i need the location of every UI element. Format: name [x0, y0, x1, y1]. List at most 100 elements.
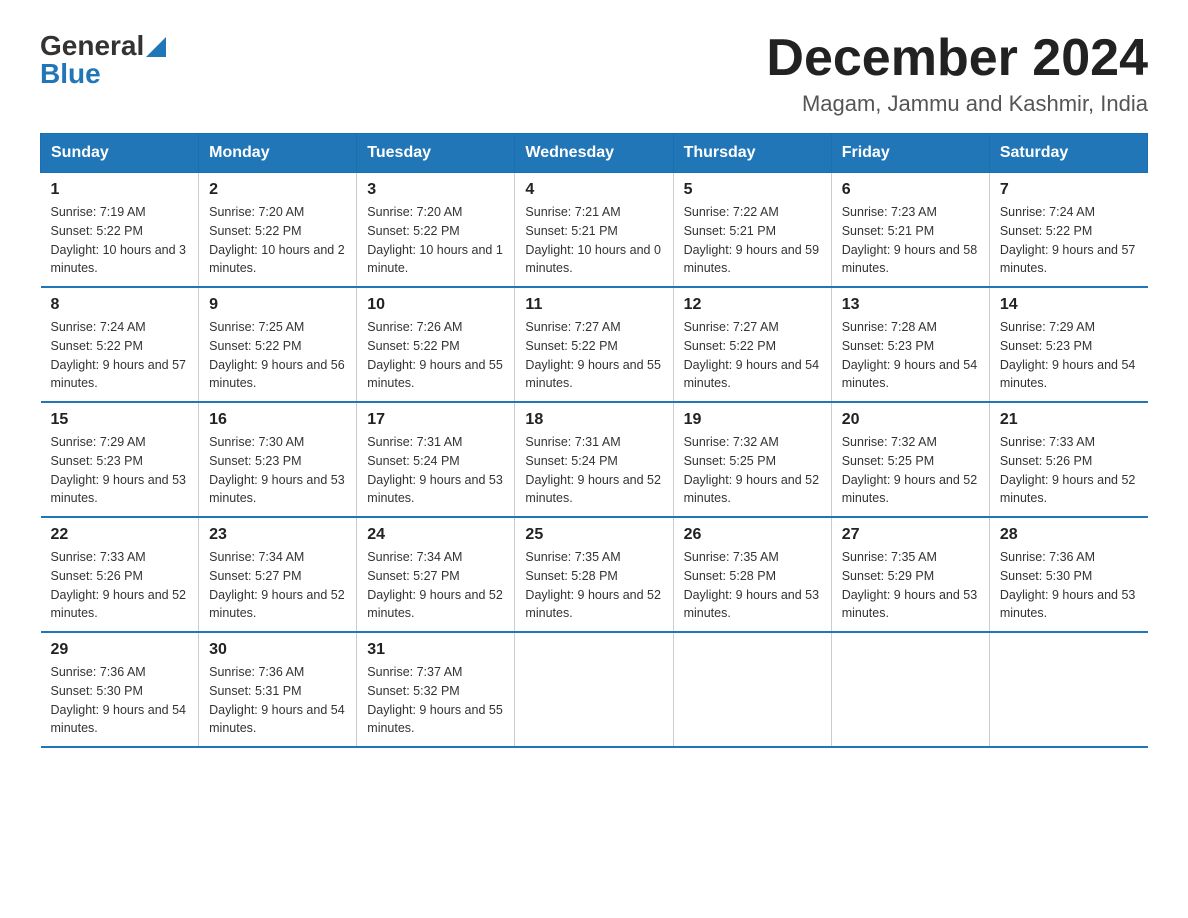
day-info: Sunrise: 7:36 AMSunset: 5:30 PMDaylight:…: [1000, 550, 1136, 620]
empty-cell-4-4: [673, 632, 831, 747]
day-number: 7: [1000, 181, 1138, 199]
day-number: 16: [209, 411, 346, 429]
day-number: 8: [51, 296, 189, 314]
day-number: 12: [684, 296, 821, 314]
day-info: Sunrise: 7:34 AMSunset: 5:27 PMDaylight:…: [209, 550, 345, 620]
day-info: Sunrise: 7:29 AMSunset: 5:23 PMDaylight:…: [1000, 320, 1136, 390]
day-info: Sunrise: 7:29 AMSunset: 5:23 PMDaylight:…: [51, 435, 187, 505]
title-section: December 2024 Magam, Jammu and Kashmir, …: [766, 30, 1148, 117]
day-cell-9: 9 Sunrise: 7:25 AMSunset: 5:22 PMDayligh…: [199, 287, 357, 402]
day-number: 13: [842, 296, 979, 314]
day-number: 23: [209, 526, 346, 544]
day-number: 26: [684, 526, 821, 544]
week-row-2: 8 Sunrise: 7:24 AMSunset: 5:22 PMDayligh…: [41, 287, 1148, 402]
day-info: Sunrise: 7:26 AMSunset: 5:22 PMDaylight:…: [367, 320, 503, 390]
day-number: 31: [367, 641, 504, 659]
day-number: 29: [51, 641, 189, 659]
day-number: 18: [525, 411, 662, 429]
day-cell-5: 5 Sunrise: 7:22 AMSunset: 5:21 PMDayligh…: [673, 173, 831, 288]
day-cell-16: 16 Sunrise: 7:30 AMSunset: 5:23 PMDaylig…: [199, 402, 357, 517]
header-friday: Friday: [831, 134, 989, 173]
day-number: 30: [209, 641, 346, 659]
week-row-5: 29 Sunrise: 7:36 AMSunset: 5:30 PMDaylig…: [41, 632, 1148, 747]
header-tuesday: Tuesday: [357, 134, 515, 173]
day-cell-19: 19 Sunrise: 7:32 AMSunset: 5:25 PMDaylig…: [673, 402, 831, 517]
day-cell-26: 26 Sunrise: 7:35 AMSunset: 5:28 PMDaylig…: [673, 517, 831, 632]
day-cell-17: 17 Sunrise: 7:31 AMSunset: 5:24 PMDaylig…: [357, 402, 515, 517]
day-cell-18: 18 Sunrise: 7:31 AMSunset: 5:24 PMDaylig…: [515, 402, 673, 517]
day-number: 21: [1000, 411, 1138, 429]
day-info: Sunrise: 7:20 AMSunset: 5:22 PMDaylight:…: [367, 205, 503, 275]
day-cell-25: 25 Sunrise: 7:35 AMSunset: 5:28 PMDaylig…: [515, 517, 673, 632]
day-cell-6: 6 Sunrise: 7:23 AMSunset: 5:21 PMDayligh…: [831, 173, 989, 288]
location-title: Magam, Jammu and Kashmir, India: [766, 91, 1148, 117]
day-cell-22: 22 Sunrise: 7:33 AMSunset: 5:26 PMDaylig…: [41, 517, 199, 632]
day-info: Sunrise: 7:20 AMSunset: 5:22 PMDaylight:…: [209, 205, 345, 275]
day-cell-30: 30 Sunrise: 7:36 AMSunset: 5:31 PMDaylig…: [199, 632, 357, 747]
logo: General Blue: [40, 30, 166, 90]
day-number: 17: [367, 411, 504, 429]
day-number: 2: [209, 181, 346, 199]
day-number: 9: [209, 296, 346, 314]
day-info: Sunrise: 7:27 AMSunset: 5:22 PMDaylight:…: [684, 320, 820, 390]
weekday-header-row: SundayMondayTuesdayWednesdayThursdayFrid…: [41, 134, 1148, 173]
day-cell-13: 13 Sunrise: 7:28 AMSunset: 5:23 PMDaylig…: [831, 287, 989, 402]
day-info: Sunrise: 7:22 AMSunset: 5:21 PMDaylight:…: [684, 205, 820, 275]
calendar-table: SundayMondayTuesdayWednesdayThursdayFrid…: [40, 133, 1148, 748]
day-info: Sunrise: 7:33 AMSunset: 5:26 PMDaylight:…: [51, 550, 187, 620]
day-number: 22: [51, 526, 189, 544]
day-info: Sunrise: 7:37 AMSunset: 5:32 PMDaylight:…: [367, 665, 503, 735]
day-cell-15: 15 Sunrise: 7:29 AMSunset: 5:23 PMDaylig…: [41, 402, 199, 517]
day-number: 20: [842, 411, 979, 429]
week-row-1: 1 Sunrise: 7:19 AMSunset: 5:22 PMDayligh…: [41, 173, 1148, 288]
day-cell-4: 4 Sunrise: 7:21 AMSunset: 5:21 PMDayligh…: [515, 173, 673, 288]
day-number: 27: [842, 526, 979, 544]
day-info: Sunrise: 7:32 AMSunset: 5:25 PMDaylight:…: [842, 435, 978, 505]
day-cell-23: 23 Sunrise: 7:34 AMSunset: 5:27 PMDaylig…: [199, 517, 357, 632]
day-info: Sunrise: 7:36 AMSunset: 5:31 PMDaylight:…: [209, 665, 345, 735]
day-info: Sunrise: 7:35 AMSunset: 5:29 PMDaylight:…: [842, 550, 978, 620]
day-number: 1: [51, 181, 189, 199]
day-cell-10: 10 Sunrise: 7:26 AMSunset: 5:22 PMDaylig…: [357, 287, 515, 402]
day-info: Sunrise: 7:19 AMSunset: 5:22 PMDaylight:…: [51, 205, 187, 275]
day-info: Sunrise: 7:24 AMSunset: 5:22 PMDaylight:…: [1000, 205, 1136, 275]
header-wednesday: Wednesday: [515, 134, 673, 173]
day-cell-28: 28 Sunrise: 7:36 AMSunset: 5:30 PMDaylig…: [989, 517, 1147, 632]
day-number: 19: [684, 411, 821, 429]
day-number: 25: [525, 526, 662, 544]
day-info: Sunrise: 7:35 AMSunset: 5:28 PMDaylight:…: [684, 550, 820, 620]
day-info: Sunrise: 7:24 AMSunset: 5:22 PMDaylight:…: [51, 320, 187, 390]
day-cell-21: 21 Sunrise: 7:33 AMSunset: 5:26 PMDaylig…: [989, 402, 1147, 517]
day-info: Sunrise: 7:33 AMSunset: 5:26 PMDaylight:…: [1000, 435, 1136, 505]
day-info: Sunrise: 7:21 AMSunset: 5:21 PMDaylight:…: [525, 205, 661, 275]
day-cell-12: 12 Sunrise: 7:27 AMSunset: 5:22 PMDaylig…: [673, 287, 831, 402]
day-info: Sunrise: 7:36 AMSunset: 5:30 PMDaylight:…: [51, 665, 187, 735]
header-monday: Monday: [199, 134, 357, 173]
week-row-3: 15 Sunrise: 7:29 AMSunset: 5:23 PMDaylig…: [41, 402, 1148, 517]
day-number: 5: [684, 181, 821, 199]
day-cell-14: 14 Sunrise: 7:29 AMSunset: 5:23 PMDaylig…: [989, 287, 1147, 402]
page-header: General Blue December 2024 Magam, Jammu …: [40, 30, 1148, 117]
empty-cell-4-6: [989, 632, 1147, 747]
day-number: 3: [367, 181, 504, 199]
day-number: 24: [367, 526, 504, 544]
day-cell-1: 1 Sunrise: 7:19 AMSunset: 5:22 PMDayligh…: [41, 173, 199, 288]
empty-cell-4-3: [515, 632, 673, 747]
day-cell-20: 20 Sunrise: 7:32 AMSunset: 5:25 PMDaylig…: [831, 402, 989, 517]
header-sunday: Sunday: [41, 134, 199, 173]
day-cell-27: 27 Sunrise: 7:35 AMSunset: 5:29 PMDaylig…: [831, 517, 989, 632]
day-info: Sunrise: 7:35 AMSunset: 5:28 PMDaylight:…: [525, 550, 661, 620]
day-cell-2: 2 Sunrise: 7:20 AMSunset: 5:22 PMDayligh…: [199, 173, 357, 288]
day-cell-7: 7 Sunrise: 7:24 AMSunset: 5:22 PMDayligh…: [989, 173, 1147, 288]
logo-triangle-icon: [146, 37, 166, 57]
day-info: Sunrise: 7:31 AMSunset: 5:24 PMDaylight:…: [367, 435, 503, 505]
day-cell-31: 31 Sunrise: 7:37 AMSunset: 5:32 PMDaylig…: [357, 632, 515, 747]
day-number: 11: [525, 296, 662, 314]
day-cell-24: 24 Sunrise: 7:34 AMSunset: 5:27 PMDaylig…: [357, 517, 515, 632]
day-number: 4: [525, 181, 662, 199]
empty-cell-4-5: [831, 632, 989, 747]
day-info: Sunrise: 7:30 AMSunset: 5:23 PMDaylight:…: [209, 435, 345, 505]
day-info: Sunrise: 7:32 AMSunset: 5:25 PMDaylight:…: [684, 435, 820, 505]
day-number: 14: [1000, 296, 1138, 314]
day-info: Sunrise: 7:27 AMSunset: 5:22 PMDaylight:…: [525, 320, 661, 390]
